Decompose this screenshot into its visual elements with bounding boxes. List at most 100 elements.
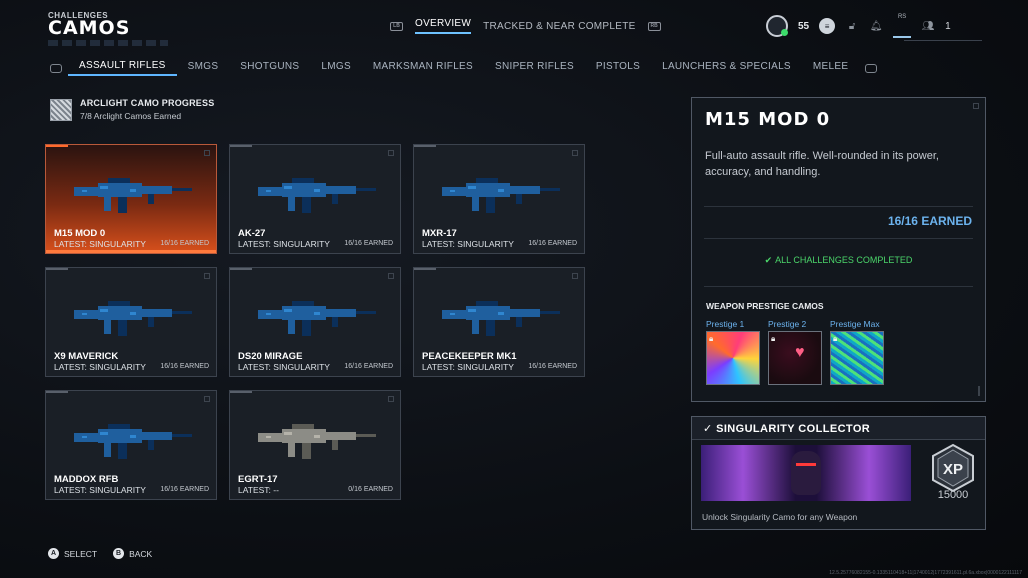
weapon-card[interactable]: PEACEKEEPER MK1 LATEST: SINGULARITY 16/16 … [413, 267, 585, 377]
character-visor [796, 463, 816, 466]
tab-tracked[interactable]: TRACKED & NEAR COMPLETE [483, 21, 635, 32]
weapon-card[interactable]: M15 MOD 0 LATEST: SINGULARITY 16/16 EARNED [45, 144, 217, 254]
pin-icon[interactable] [204, 396, 210, 402]
arclight-camo-icon [50, 98, 72, 121]
weapon-name: M15 MOD 0 [54, 228, 106, 239]
card-accent [414, 268, 436, 270]
pin-icon[interactable] [572, 273, 578, 279]
character-figure [791, 451, 821, 495]
collector-title: ✓ SINGULARITY COLLECTOR [703, 423, 871, 435]
weapon-name: EGRT-17 [238, 474, 278, 485]
bell-icon[interactable]: 🔔︎ [869, 19, 883, 33]
status-bar: 55 ≡ 🔓︎ 🔔︎ RS 👥︎ 1 [766, 14, 951, 38]
prestige-camo-label: Prestige 1 [706, 319, 745, 329]
card-accent [230, 391, 252, 393]
weapon-card[interactable]: DS20 MIRAGE LATEST: SINGULARITY 16/16 EARN… [229, 267, 401, 377]
player-level-icon[interactable] [766, 15, 788, 37]
weapon-latest-camo: LATEST: SINGULARITY [238, 239, 330, 249]
collector-header: ✓ SINGULARITY COLLECTOR [692, 417, 985, 440]
tab-assault-rifles[interactable]: ASSAULT RIFLES [68, 60, 177, 76]
prestige-camo-label: Prestige 2 [768, 319, 807, 329]
card-accent [46, 145, 68, 147]
tab-sniper-rifles[interactable]: SNIPER RIFLES [484, 61, 585, 75]
pin-icon[interactable] [572, 150, 578, 156]
rt-trigger-icon[interactable] [865, 63, 878, 73]
weapon-earned: 16/16 EARNED [160, 240, 209, 247]
tab-marksman-rifles[interactable]: MARKSMAN RIFLES [362, 61, 484, 75]
lt-trigger-icon[interactable] [50, 63, 62, 73]
tab-pistols[interactable]: PISTOLS [585, 61, 651, 75]
pin-icon[interactable] [204, 273, 210, 279]
player-level: 55 [798, 20, 810, 32]
footer-hints: A SELECT B BACK [48, 548, 152, 559]
pin-icon[interactable] [388, 150, 394, 156]
weapon-latest-camo: LATEST: SINGULARITY [238, 362, 330, 372]
weapon-image [74, 424, 192, 459]
card-accent [414, 145, 436, 147]
singularity-collector-panel[interactable]: ✓ SINGULARITY COLLECTOR XP 15000 Unlock … [691, 416, 986, 530]
tab-launchers-specials[interactable]: LAUNCHERS & SPECIALS [651, 61, 802, 75]
prestige-camo-label: Prestige Max [830, 319, 880, 329]
pin-icon[interactable] [973, 103, 979, 109]
weapon-earned: 16/16 EARNED [160, 363, 209, 370]
back-hint[interactable]: B BACK [113, 548, 152, 559]
tab-overview[interactable]: OVERVIEW [415, 18, 472, 34]
party-count: 1 [945, 20, 951, 32]
progress-title: ARCLIGHT CAMO PROGRESS [80, 98, 215, 108]
tab-melee[interactable]: MELEE [802, 61, 859, 75]
weapon-card[interactable]: EGRT-17 LATEST: -- 0/16 EARNED [229, 390, 401, 500]
rs-stick-icon[interactable]: RS [893, 14, 912, 38]
tab-lmgs[interactable]: LMGS [310, 61, 362, 75]
lock-icon: 🔒︎ [833, 334, 838, 343]
divider [704, 286, 973, 287]
weapon-earned: 16/16 EARNED [528, 240, 577, 247]
select-hint[interactable]: A SELECT [48, 548, 97, 559]
pin-icon[interactable] [204, 150, 210, 156]
xp-icon: XP [932, 443, 974, 493]
xp-value: 15000 [937, 489, 969, 501]
prestige-camo-1[interactable]: Prestige 1 🔒︎ [706, 319, 760, 385]
lb-bumper-icon[interactable]: LB [390, 21, 403, 31]
lock-icon: 🔒︎ [709, 334, 714, 343]
pin-icon[interactable] [388, 273, 394, 279]
weapon-name: AK-27 [238, 228, 266, 239]
weapon-card[interactable]: AK-27 LATEST: SINGULARITY 16/16 EARNED [229, 144, 401, 254]
weapon-earned: 16/16 EARNED [344, 240, 393, 247]
weapon-latest-camo: LATEST: -- [238, 485, 279, 495]
prestige-heading: WEAPON PRESTIGE CAMOS [706, 301, 824, 311]
menu-icon[interactable]: ≡ [819, 18, 836, 34]
party-icon[interactable]: 👥︎ [921, 19, 935, 33]
scroll-indicator[interactable] [978, 386, 980, 396]
detail-description: Full-auto assault rifle. Well-rounded in… [705, 150, 939, 178]
prestige-camo-swatch: 🔒︎ [830, 331, 884, 385]
prestige-camo-2[interactable]: Prestige 2 🔒︎ [768, 319, 822, 385]
collector-title-text: SINGULARITY COLLECTOR [716, 423, 871, 435]
weapon-earned: 16/16 EARNED [160, 486, 209, 493]
card-accent [230, 145, 252, 147]
select-label: SELECT [64, 548, 98, 559]
prestige-camo-swatch: 🔒︎ [706, 331, 760, 385]
tab-smgs[interactable]: SMGS [177, 61, 230, 75]
category-tabs: ASSAULT RIFLES SMGS SHOTGUNS LMGS MARKSM… [44, 60, 883, 76]
weapon-image [442, 301, 560, 336]
prestige-camo-max[interactable]: Prestige Max 🔒︎ [830, 319, 884, 385]
lock-icon[interactable]: 🔓︎ [845, 19, 859, 33]
prestige-camo-swatch: 🔒︎ [768, 331, 822, 385]
weapon-image [442, 178, 560, 213]
weapon-latest-camo: LATEST: SINGULARITY [54, 239, 146, 249]
pin-icon[interactable] [388, 396, 394, 402]
online-indicator [781, 29, 788, 36]
weapon-card[interactable]: MADDOX RFB LATEST: SINGULARITY 16/16 EARNE… [45, 390, 217, 500]
rb-bumper-icon[interactable]: RB [647, 21, 661, 31]
weapon-card[interactable]: MXR-17 LATEST: SINGULARITY 16/16 EARNED [413, 144, 585, 254]
progress-subtitle: 7/8 Arclight Camos Earned [80, 111, 182, 121]
weapon-card[interactable]: X9 MAVERICK LATEST: SINGULARITY 16/16 EARN… [45, 267, 217, 377]
b-button-icon: B [113, 548, 125, 559]
status-divider [904, 40, 982, 41]
tab-shotguns[interactable]: SHOTGUNS [229, 61, 310, 75]
weapon-name: PEACEKEEPER MK1 [422, 351, 517, 362]
weapon-image [258, 178, 376, 213]
detail-earned: 16/16 EARNED [887, 214, 972, 228]
weapon-name: X9 MAVERICK [54, 351, 119, 362]
title-decoration [48, 40, 168, 46]
